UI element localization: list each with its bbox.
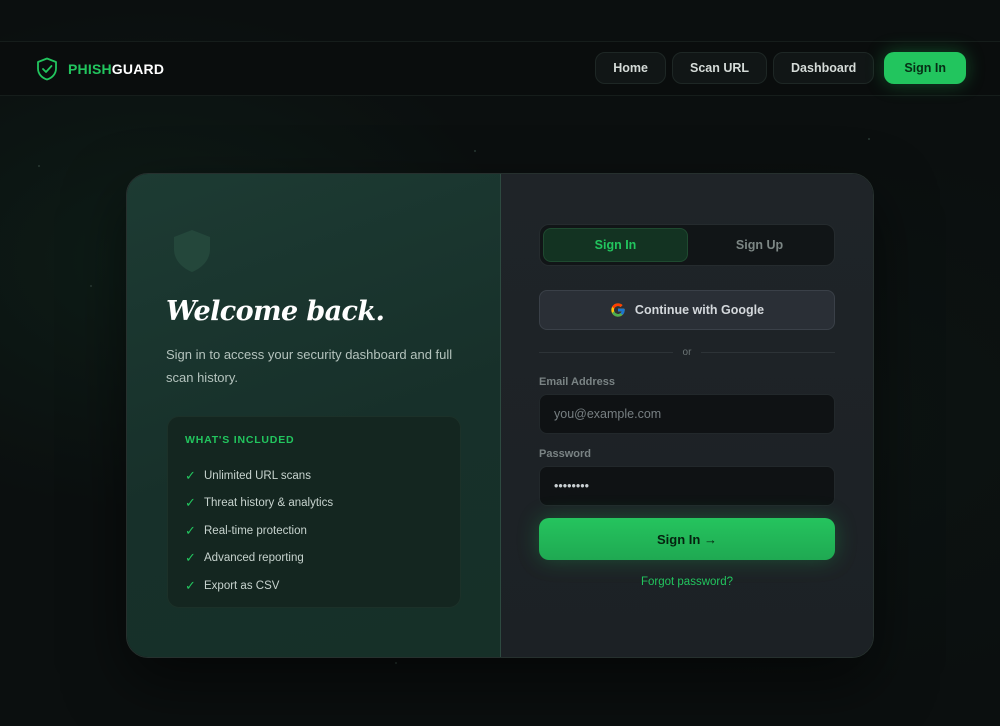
shield-check-icon: [37, 57, 57, 81]
features-title: WHAT'S INCLUDED: [185, 434, 295, 446]
list-item: ✓ Unlimited URL scans: [185, 467, 311, 483]
check-icon: ✓: [185, 467, 196, 483]
background-dot: [474, 150, 476, 152]
features-list: ✓ Unlimited URL scans ✓ Threat history & a…: [185, 462, 333, 600]
email-label: Email Address: [539, 376, 616, 388]
brand-name: PHISHGUARD: [68, 61, 165, 77]
check-icon: ✓: [185, 495, 196, 511]
features-box: WHAT'S INCLUDED ✓ Unlimited URL scans ✓ Th…: [167, 416, 461, 608]
background-dot: [868, 138, 870, 140]
google-button-label: Continue with Google: [634, 303, 765, 317]
tab-sign-up[interactable]: Sign Up: [688, 228, 831, 262]
password-label: Password: [539, 448, 591, 460]
navbar: PHISHGUARD Home Scan URL Dashboard Sign …: [0, 41, 1000, 96]
tab-sign-in[interactable]: Sign In: [543, 228, 688, 262]
email-field[interactable]: [539, 394, 835, 434]
background-dot: [395, 662, 397, 664]
page-subtitle: Sign in to access your security dashboar…: [166, 347, 453, 385]
auth-card: Welcome back. Sign in to access your sec…: [126, 173, 874, 658]
page-title: Welcome back.: [166, 296, 385, 327]
brand-logo[interactable]: PHISHGUARD: [36, 57, 164, 81]
auth-form-panel: Sign In Sign Up Continue with Google or …: [501, 174, 873, 657]
background-dot: [90, 285, 92, 287]
auth-tabs: Sign In Sign Up: [539, 224, 835, 266]
list-item: ✓ Advanced reporting: [185, 550, 304, 566]
password-field[interactable]: [539, 466, 835, 506]
shield-icon: [174, 230, 210, 272]
list-item: ✓ Export as CSV: [185, 577, 280, 593]
nav-scan-url-button[interactable]: Scan URL: [671, 52, 768, 84]
list-item: ✓ Threat history & analytics: [185, 495, 334, 511]
nav-dashboard-button[interactable]: Dashboard: [773, 52, 875, 84]
check-icon: ✓: [185, 577, 196, 593]
check-icon: ✓: [185, 522, 196, 538]
list-item: ✓ Real-time protection: [185, 522, 307, 538]
divider-text: or: [682, 346, 692, 358]
check-icon: ✓: [185, 550, 196, 566]
google-icon: [611, 303, 625, 317]
or-divider: or: [539, 344, 835, 360]
welcome-panel: Welcome back. Sign in to access your sec…: [127, 174, 501, 657]
nav-home-button[interactable]: Home: [595, 52, 666, 84]
background-dot: [38, 165, 40, 167]
nav-sign-in-button[interactable]: Sign In: [884, 52, 966, 84]
forgot-password-link[interactable]: Forgot password?: [539, 576, 835, 588]
nav-links: Home Scan URL Dashboard Sign In: [595, 52, 966, 84]
sign-in-submit-button[interactable]: Sign In →: [539, 518, 835, 560]
google-sign-in-button[interactable]: Continue with Google: [539, 290, 835, 330]
